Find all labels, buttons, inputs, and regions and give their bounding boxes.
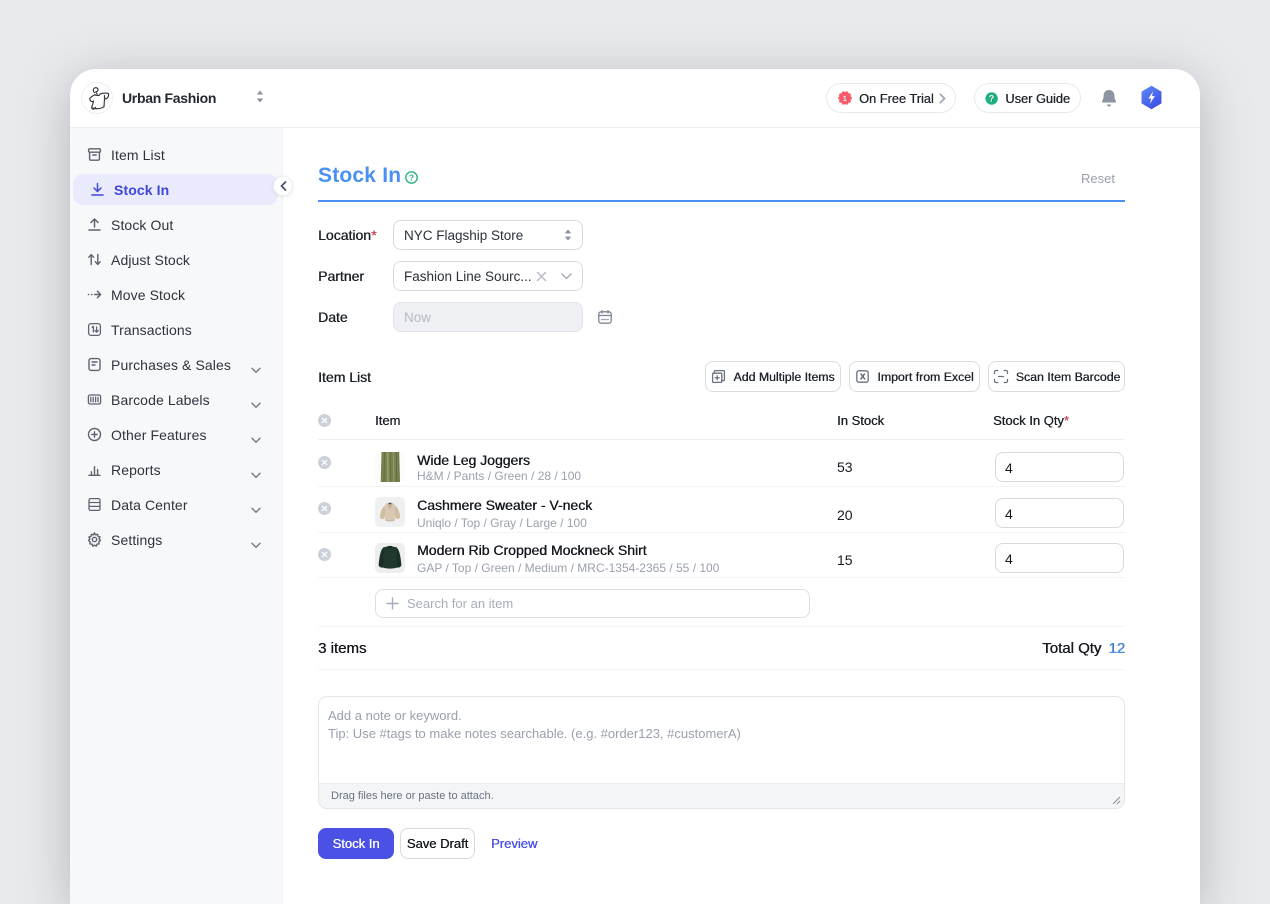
svg-text:?: ? xyxy=(409,173,414,183)
svg-text:?: ? xyxy=(989,93,994,103)
svg-text:1: 1 xyxy=(843,94,847,103)
svg-text:X: X xyxy=(860,372,866,382)
